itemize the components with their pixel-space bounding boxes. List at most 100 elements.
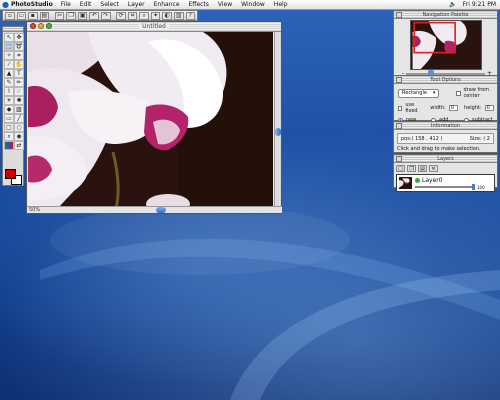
swap-colors-icon[interactable]: ⇄ [14,141,24,150]
tool-options-titlebar[interactable]: Tool Options [394,76,497,84]
menu-help[interactable]: Help [274,1,288,8]
menu-select[interactable]: Select [100,1,119,8]
color-swatch-icon[interactable] [4,141,14,150]
navigation-thumbnail[interactable] [410,20,482,70]
orchid-photo [28,32,273,208]
menu-effects[interactable]: Effects [189,1,209,8]
airbrush-icon[interactable]: ⌇ [4,87,14,96]
open-file-icon[interactable]: ▭ [16,11,27,20]
duplicate-layer-icon[interactable]: ❐ [407,165,416,172]
delete-layer-icon[interactable]: ✕ [429,165,438,172]
marquee-tool-icon[interactable]: ⬚ [4,42,14,51]
clock[interactable]: Fri 9:21 PM [463,1,496,8]
zoom-icon[interactable]: ⌕ [139,11,149,20]
document-window: Untitled 50% [26,21,282,214]
volume-icon[interactable]: 🔈 [449,1,456,8]
lasso-tool-icon[interactable]: ➰ [14,42,24,51]
rotate-icon[interactable]: ⟳ [116,11,126,20]
bucket-tool-icon[interactable]: ◆ [4,105,14,114]
menu-edit[interactable]: Edit [80,1,92,8]
stamp-tool-icon[interactable]: ▲ [4,69,14,78]
zoom-window-icon[interactable] [46,23,52,29]
navigation-palette: Navigation Palette - + [393,10,498,77]
close-panel-icon[interactable] [396,77,402,83]
layers-titlebar[interactable]: Layers [394,155,497,163]
effects-icon[interactable]: ✦ [150,11,161,20]
navigation-palette-titlebar[interactable]: Navigation Palette [394,11,497,19]
height-label: height: [464,105,482,111]
selection-shape-dropdown[interactable]: Rectangle ▾ [398,88,440,98]
rectangle-tool-icon[interactable]: □ [4,123,14,132]
color-selector[interactable] [5,169,23,185]
menu-view[interactable]: View [218,1,232,8]
zoom-tool-icon[interactable]: ⌕ [4,132,14,141]
help-icon[interactable]: ? [185,11,196,20]
main-toolbar: ▫ ▭ ▪ ▤ ✂ ❐ ▣ ↶ ↷ ⟳ ⌗ ⌕ ✦ ◐ ▥ ? [2,10,198,21]
document-titlebar[interactable]: Untitled [27,22,281,32]
close-panel-icon[interactable] [396,156,402,162]
paste-icon[interactable]: ▣ [77,11,88,20]
navigation-preview-image [412,21,480,69]
menu-enhance[interactable]: Enhance [154,1,180,8]
menu-file[interactable]: File [61,1,71,8]
layer-name[interactable]: Layer0 [422,177,443,184]
brush-tool-icon[interactable]: ✎ [4,78,14,87]
new-layer-icon[interactable]: □ [396,165,405,172]
foreground-color-swatch[interactable] [5,169,16,179]
save-icon[interactable]: ▪ [28,11,38,20]
magic-wand-icon[interactable]: ✧ [4,51,14,60]
layer-opacity-value: 100 [477,184,485,190]
layer-opacity-slider[interactable] [415,184,475,190]
menu-window[interactable]: Window [241,1,265,8]
enhance-icon[interactable]: ◐ [162,11,172,20]
use-fixed-checkbox[interactable] [398,105,403,111]
smudge-tool-icon[interactable]: ☞ [14,87,24,96]
print-icon[interactable]: ▤ [39,11,50,20]
zoom-level[interactable]: 50% [29,207,49,213]
pencil-tool-icon[interactable]: ✏ [14,78,24,87]
redo-icon[interactable]: ↷ [101,11,111,20]
close-panel-icon[interactable] [396,12,402,18]
scan-icon[interactable]: ▥ [173,11,184,20]
menu-layer[interactable]: Layer [128,1,145,8]
vertical-scrollbar[interactable] [274,32,281,208]
draw-from-center-label: draw from center [463,87,490,99]
arrow-tool-icon[interactable]: ↖ [4,33,14,42]
vertical-scroll-thumb[interactable] [275,128,281,136]
width-field[interactable]: 0 [448,105,459,111]
line-tool-icon[interactable]: ╱ [14,114,24,123]
close-window-icon[interactable] [30,23,36,29]
dodge-tool-icon[interactable]: ☀ [4,96,14,105]
minimize-window-icon[interactable] [38,23,44,29]
horizontal-scroll-thumb[interactable] [156,207,166,213]
height-field[interactable]: 0 [484,105,494,111]
text-tool-icon[interactable]: T [14,69,24,78]
red-eye-icon[interactable]: ◉ [14,132,24,141]
hand-tool-icon[interactable]: ✋ [14,60,24,69]
eraser-tool-icon[interactable]: ▭ [4,114,14,123]
crop-icon[interactable]: ⌗ [127,11,138,20]
ellipse-tool-icon[interactable]: ○ [14,123,24,132]
opacity-slider-knob[interactable] [472,184,475,190]
image-canvas[interactable] [28,32,273,208]
undo-icon[interactable]: ↶ [89,11,100,20]
selection-size: Size: ( 2 [469,135,490,142]
close-panel-icon[interactable] [396,123,402,129]
burn-tool-icon[interactable]: ✺ [14,96,24,105]
draw-from-center-checkbox[interactable] [456,90,461,96]
apple-menu-icon[interactable]: ● [0,0,11,9]
move-tool-icon[interactable]: ✥ [14,33,24,42]
copy-icon[interactable]: ❐ [66,11,76,20]
layer-visibility-icon[interactable] [415,177,420,183]
eyedropper-icon[interactable]: ⁄ [4,60,14,69]
information-titlebar[interactable]: Information [394,122,497,130]
layers-panel: Layers □ ❐ ▤ ✕ Layer0 100 [393,154,498,192]
cut-icon[interactable]: ✂ [54,11,65,20]
crop-tool-icon[interactable]: ⌗ [14,51,24,60]
horizontal-scrollbar[interactable]: 50% [27,206,282,213]
gradient-tool-icon[interactable]: ▧ [14,105,24,114]
merge-layer-icon[interactable]: ▤ [418,165,427,172]
layer-row[interactable]: Layer0 100 [396,174,495,192]
new-file-icon[interactable]: ▫ [5,11,15,20]
app-menu[interactable]: PhotoStudio [11,1,53,8]
